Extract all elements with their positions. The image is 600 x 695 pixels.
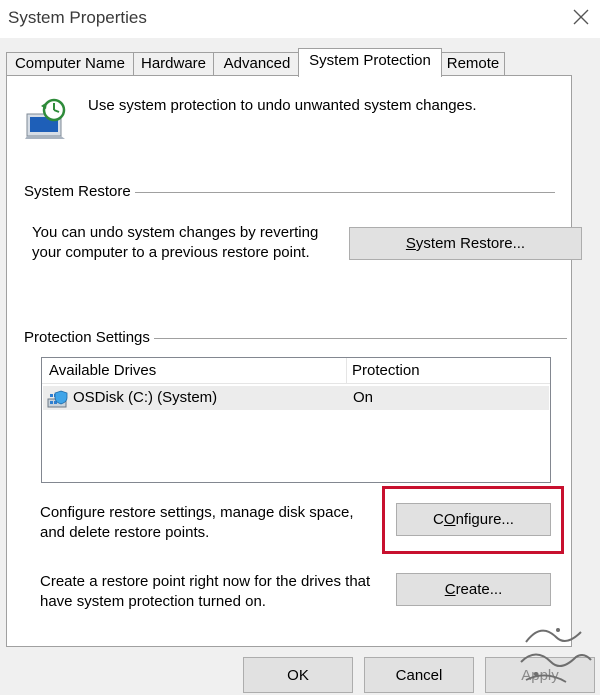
ok-button[interactable]: OK — [243, 657, 353, 693]
drive-icon — [47, 390, 68, 408]
system-restore-description-line1: You can undo system changes by reverting — [32, 224, 319, 241]
tab-panel-system-protection: Use system protection to undo unwanted s… — [6, 75, 582, 647]
create-button-label: reate... — [455, 581, 503, 598]
create-button[interactable]: Create... — [396, 573, 551, 606]
intro-text: Use system protection to undo unwanted s… — [88, 97, 477, 114]
drive-protection-status: On — [353, 389, 374, 406]
available-drives-list[interactable]: Available Drives Protection OSDisk (C:) … — [41, 357, 551, 483]
watermark-logo — [520, 628, 592, 683]
create-description: Create a restore point right now for the… — [40, 572, 370, 612]
cancel-button[interactable]: Cancel — [364, 657, 474, 693]
list-item-osdisk[interactable]: OSDisk (C:) (System) On — [43, 386, 549, 410]
column-separator[interactable] — [346, 358, 347, 384]
configure-description-line1: Configure restore settings, manage disk … — [40, 504, 354, 521]
create-button-mnemonic: C — [444, 581, 456, 598]
system-restore-description: You can undo system changes by reverting… — [32, 223, 318, 263]
system-protection-icon — [25, 98, 66, 139]
close-button[interactable] — [566, 4, 596, 32]
system-restore-description-line2: your computer to a previous restore poin… — [32, 244, 310, 261]
tab-computer-name[interactable]: Computer Name — [6, 52, 134, 76]
column-header-protection[interactable]: Protection — [352, 362, 420, 379]
window-title: System Properties — [8, 8, 147, 27]
create-description-line1: Create a restore point right now for the… — [40, 573, 371, 590]
configure-description-line2: and delete restore points. — [40, 524, 210, 541]
system-restore-group-label: System Restore — [24, 183, 135, 200]
tab-hardware[interactable]: Hardware — [133, 52, 214, 76]
system-restore-button-mnemonic: S — [405, 235, 416, 252]
close-icon — [573, 9, 589, 25]
title-bar: System Properties — [0, 0, 600, 38]
list-header: Available Drives Protection — [42, 358, 550, 384]
configure-description: Configure restore settings, manage disk … — [40, 503, 354, 543]
configure-highlight-box — [382, 486, 564, 554]
protection-settings-group-label: Protection Settings — [24, 329, 154, 346]
drive-name: OSDisk (C:) (System) — [73, 389, 218, 406]
tab-advanced[interactable]: Advanced — [213, 52, 301, 76]
column-header-available-drives[interactable]: Available Drives — [49, 362, 156, 379]
system-properties-window: System Properties Computer Name Hardware… — [0, 0, 600, 695]
tab-system-protection[interactable]: System Protection — [298, 48, 442, 77]
tab-remote[interactable]: Remote — [441, 52, 505, 76]
system-restore-button-label: ystem Restore... — [415, 235, 526, 252]
create-description-line2: have system protection turned on. — [40, 593, 266, 610]
system-restore-button[interactable]: System Restore... — [349, 227, 582, 260]
